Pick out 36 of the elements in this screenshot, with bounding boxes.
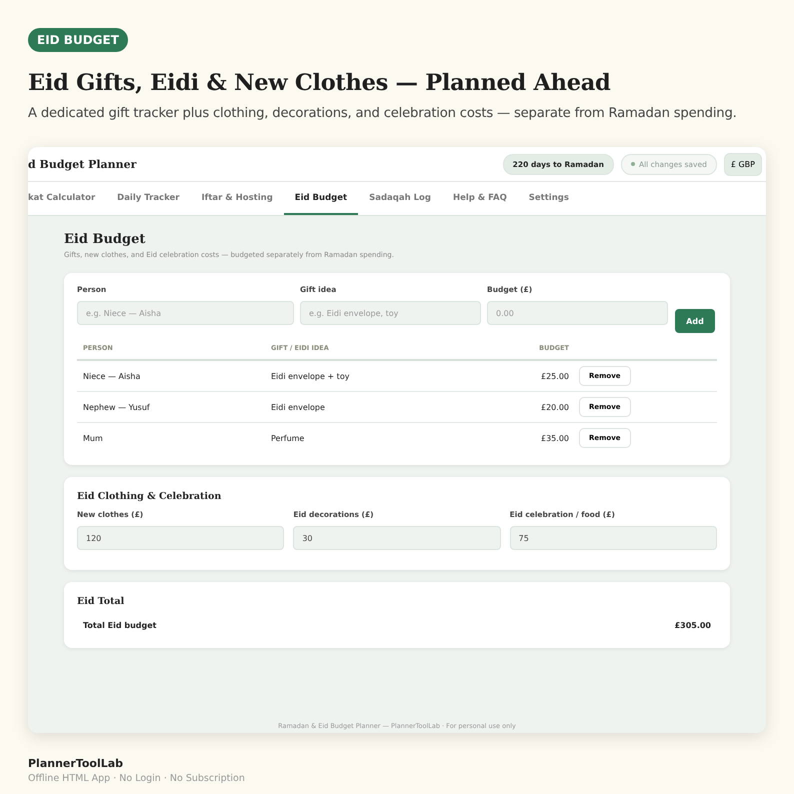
card-title: Eid Total <box>77 596 126 607</box>
table-cell-text: Perfume <box>271 434 306 442</box>
currency-button[interactable]: £ GBP <box>724 152 762 176</box>
brand-tagline: Offline HTML App · No Login · No Subscription <box>28 773 246 784</box>
input-field[interactable]: 30 <box>293 526 501 550</box>
table-cell-text: £20.00 <box>540 402 569 412</box>
section-title: Eid Budget <box>64 232 146 247</box>
nav-tab[interactable]: kat Calculator <box>28 182 106 215</box>
input-field[interactable]: 120 <box>77 526 284 550</box>
add-button[interactable]: Add <box>675 309 715 333</box>
section-badge: EID BUDGET <box>28 28 128 52</box>
table-cell-text: £35.00 <box>540 434 569 442</box>
table-cell-text: Niece — Aisha <box>83 372 142 380</box>
table-cell-text: Nephew — Yusuf <box>83 402 151 412</box>
total-label: Total Eid budget <box>83 621 156 630</box>
page-subheadline: A dedicated gift tracker plus clothing, decorations, and celebration costs — separate from Ramadan spending. <box>28 106 738 121</box>
nav-tab[interactable]: Daily Tracker <box>106 182 190 215</box>
table-cell-text: Eidi envelope + toy <box>271 372 350 380</box>
status-dot-icon <box>630 162 635 166</box>
nav-tab[interactable]: Help & FAQ <box>442 182 518 215</box>
input-field[interactable]: e.g. Eidi envelope, toy <box>300 301 481 325</box>
nav-tab[interactable]: Eid Budget <box>284 182 358 215</box>
brand-name: PlannerToolLab <box>28 757 124 770</box>
table-cell-text: £25.00 <box>540 372 569 380</box>
card-title: Eid Clothing & Celebration <box>77 491 222 502</box>
page-headline: Eid Gifts, Eidi & New Clothes — Planned Ahead <box>28 70 612 96</box>
nav-tab[interactable]: Settings <box>518 182 580 215</box>
nav-tab[interactable]: Iftar & Hosting <box>190 182 284 215</box>
total-value: £305.00 <box>674 621 711 630</box>
input-field[interactable]: 75 <box>510 526 717 550</box>
app-title: d Budget Planner <box>28 158 136 170</box>
nav-tab[interactable]: Sadaqah Log <box>358 182 442 215</box>
table-cell-text: Mum <box>83 434 104 442</box>
input-field[interactable]: 0.00 <box>487 301 668 325</box>
input-field[interactable]: e.g. Niece — Aisha <box>77 301 294 325</box>
table-cell-text: Eidi envelope <box>271 402 326 412</box>
